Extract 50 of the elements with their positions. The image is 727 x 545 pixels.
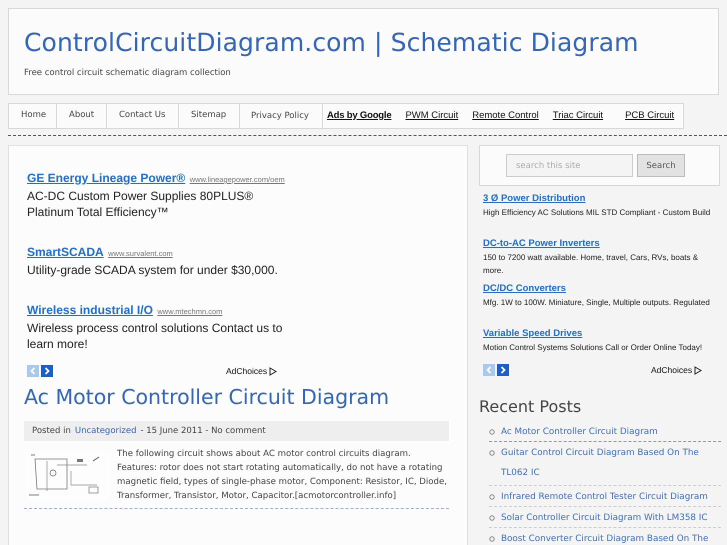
- adchoices-link[interactable]: AdChoices: [226, 366, 268, 376]
- ad-title-link[interactable]: GE Energy Lineage Power®: [27, 171, 186, 185]
- ad-text: High Efficiency AC Solutions MIL STD Compliant - Custom Build: [483, 207, 712, 219]
- post-title[interactable]: Ac Motor Controller Circuit Diagram: [24, 385, 449, 409]
- play-icon: [694, 366, 702, 374]
- recent-post-link[interactable]: Infrared Remote Control Tester Circuit Diagram: [501, 490, 708, 504]
- play-icon: [269, 366, 278, 376]
- recent-post-link[interactable]: Solar Controller Circuit Diagram With LM358 IC: [501, 511, 708, 525]
- next-icon[interactable]: [41, 365, 53, 377]
- recent-posts-heading: Recent Posts: [479, 397, 582, 416]
- bullet-icon: [489, 536, 495, 542]
- ad-title-link[interactable]: SmartSCADA: [27, 245, 104, 259]
- recent-post-link[interactable]: Guitar Control Circuit Diagram Based On The TL062 IC: [501, 443, 721, 483]
- ad-link[interactable]: Triac Circuit: [538, 104, 604, 128]
- ad-title-link[interactable]: Wireless industrial I/O: [27, 303, 153, 317]
- bullet-icon: [489, 429, 495, 435]
- ad-text: 150 to 7200 watt available. Home, travel, Cars, RVs, boats & more.: [483, 252, 700, 276]
- ad-text: Motion Control Systems Solutions Call or Order Online Today!: [483, 342, 704, 354]
- ad-link[interactable]: Remote Control: [458, 104, 539, 128]
- ad-link[interactable]: PWM Circuit: [391, 104, 458, 128]
- meta-text: - 15 June 2011 - No comment: [140, 426, 266, 436]
- ad-text: AC-DC Custom Power Supplies 80PLUS® Platinum Total Efficiency™: [27, 188, 254, 220]
- post-excerpt: The following circuit shows about AC motor control circuits diagram. Features: rotor does not start rotating automatically, do not have a rotating magnetic field, types of single-phase motor, Component: Resistor, IC, Diode, Transformer, Transistor, Motor, Capacitor.[acmotorcontroller.info]: [117, 448, 448, 503]
- nav-link[interactable]: Privacy Policy: [240, 104, 323, 128]
- adchoices-link[interactable]: AdChoices: [651, 365, 692, 375]
- ad-title-link[interactable]: 3 Ø Power Distribution: [483, 193, 586, 204]
- next-icon[interactable]: [497, 364, 509, 376]
- search-field[interactable]: search this site: [506, 154, 633, 177]
- nav-link[interactable]: Home: [9, 104, 57, 128]
- ad-title-link[interactable]: DC-to-AC Power Inverters: [483, 238, 600, 249]
- site-title[interactable]: ControlCircuitDiagram.com | Schematic Diagram: [24, 27, 703, 59]
- ad-text: Utility-grade SCADA system for under $30,000.: [27, 262, 279, 278]
- search-button[interactable]: Search: [637, 154, 685, 177]
- recent-post-link[interactable]: Ac Motor Controller Circuit Diagram: [501, 425, 658, 439]
- ad-text: Mfg. 1W to 100W. Miniature, Single, Multiple outputs. Regulated: [483, 297, 711, 309]
- nav-link[interactable]: Contact Us: [107, 104, 179, 128]
- recent-post-link[interactable]: Boost Converter Circuit Diagram Based On The: [501, 532, 708, 545]
- bullet-icon: [489, 515, 495, 521]
- bullet-icon: [489, 494, 495, 500]
- bullet-icon: [489, 450, 495, 456]
- ad-text: Wireless process control solutions Contact us to learn more!: [27, 320, 284, 352]
- nav-link[interactable]: About: [57, 104, 107, 128]
- category-link[interactable]: Uncategorized: [74, 426, 136, 436]
- ad-link[interactable]: PCB Circuit: [603, 104, 674, 128]
- ad-title-link[interactable]: Variable Speed Drives: [483, 328, 582, 339]
- ads-by-google-link[interactable]: Ads by Google: [323, 104, 392, 128]
- site-tagline: Free control circuit schematic diagram collection: [24, 68, 232, 78]
- meta-text: Posted in: [32, 426, 71, 436]
- ad-title-link[interactable]: DC/DC Converters: [483, 283, 566, 294]
- nav-link[interactable]: Sitemap: [179, 104, 240, 128]
